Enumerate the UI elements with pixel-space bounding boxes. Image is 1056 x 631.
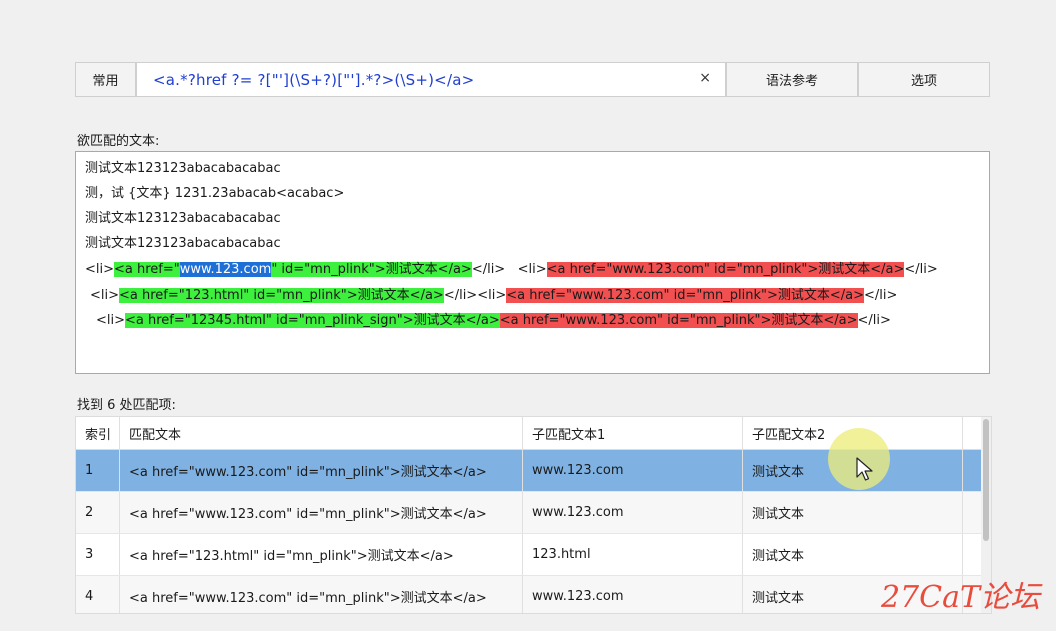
match-text: <a href=" [114,262,180,277]
clear-icon[interactable]: × [699,70,711,86]
row-index: 1 [76,450,120,491]
column-header-sub1[interactable]: 子匹配文本1 [523,417,743,449]
plain-text: </li> [857,313,891,328]
row-sub1: www.123.com [523,450,743,491]
text-line: <li><a href="12345.html" id="mn_plink_si… [96,310,891,332]
text-line: 测试文本123123abacabacabac [85,236,281,251]
column-header-filler [963,417,981,449]
match-highlight: <a href="www.123.com" id="mn_plink">测试文本… [499,313,858,328]
row-sub2: 测试文本 [743,534,963,575]
row-sub1: www.123.com [523,492,743,533]
regex-value[interactable]: <a.*?href ?= ?["'](\S+?)["'].*?>(\S+)</a… [153,71,474,89]
text-line: <li><a href="www.123.com" id="mn_plink">… [85,259,938,281]
match-highlight: <a href="www.123.com" id="mn_plink">测试文本… [546,262,905,277]
row-sub1: 123.html [523,534,743,575]
match-text: " id="mn_plink">测试文本</a> [271,262,472,277]
row-index: 4 [76,576,120,613]
table-row[interactable]: 3 <a href="123.html" id="mn_plink">测试文本<… [76,534,981,576]
text-line: 测试文本123123abacabacabac [85,211,281,226]
syntax-reference-button[interactable]: 语法参考 [726,62,858,97]
match-highlight: <a href="www.123.com" id="mn_plink">测试文本… [114,262,472,277]
text-line: 测试文本123123abacabacabac [85,161,281,176]
mouse-cursor-icon [856,457,873,481]
row-match: <a href="123.html" id="mn_plink">测试文本</a… [120,534,523,575]
regex-input[interactable]: <a.*?href ?= ?["'](\S+?)["'].*?>(\S+)</a… [136,62,726,97]
row-match: <a href="www.123.com" id="mn_plink">测试文本… [120,492,523,533]
row-match: <a href="www.123.com" id="mn_plink">测试文本… [120,576,523,613]
text-line: <li><a href="123.html" id="mn_plink">测试文… [90,285,897,307]
plain-text: <li> [85,262,115,277]
scrollbar-thumb[interactable] [983,419,989,541]
options-button[interactable]: 选项 [858,62,990,97]
row-index: 3 [76,534,120,575]
match-highlight: <a href="12345.html" id="mn_plink_sign">… [125,313,500,328]
input-textarea[interactable]: 测试文本123123abacabacabac 测，试 {文本} 1231.23a… [75,151,990,374]
regex-toolbar: 常用 <a.*?href ?= ?["'](\S+?)["'].*?>(\S+)… [75,62,990,97]
match-highlight: <a href="www.123.com" id="mn_plink">测试文本… [506,288,864,303]
row-sub1: www.123.com [523,576,743,613]
selected-text: www.123.com [179,262,272,277]
text-line: 测，试 {文本} 1231.23abacab<acabac> [85,186,345,201]
table-row[interactable]: 4 <a href="www.123.com" id="mn_plink">测试… [76,576,981,613]
input-text-label: 欲匹配的文本: [77,134,160,149]
plain-text: <li> [90,288,120,303]
column-header-index[interactable]: 索引 [76,417,120,449]
common-button[interactable]: 常用 [75,62,136,97]
row-index: 2 [76,492,120,533]
watermark-logo: 27CaT论坛 [880,580,1040,615]
plain-text: </li><li> [443,288,507,303]
match-highlight: <a href="123.html" id="mn_plink">测试文本</a… [119,288,444,303]
row-sub2: 测试文本 [743,492,963,533]
plain-text: </li> <li> [471,262,547,277]
plain-text: <li> [96,313,126,328]
table-row[interactable]: 2 <a href="www.123.com" id="mn_plink">测试… [76,492,981,534]
plain-text: </li> [864,288,898,303]
results-count-label: 找到 6 处匹配项: [77,398,176,413]
column-header-match[interactable]: 匹配文本 [120,417,523,449]
row-match: <a href="www.123.com" id="mn_plink">测试文本… [120,450,523,491]
plain-text: </li> [904,262,938,277]
